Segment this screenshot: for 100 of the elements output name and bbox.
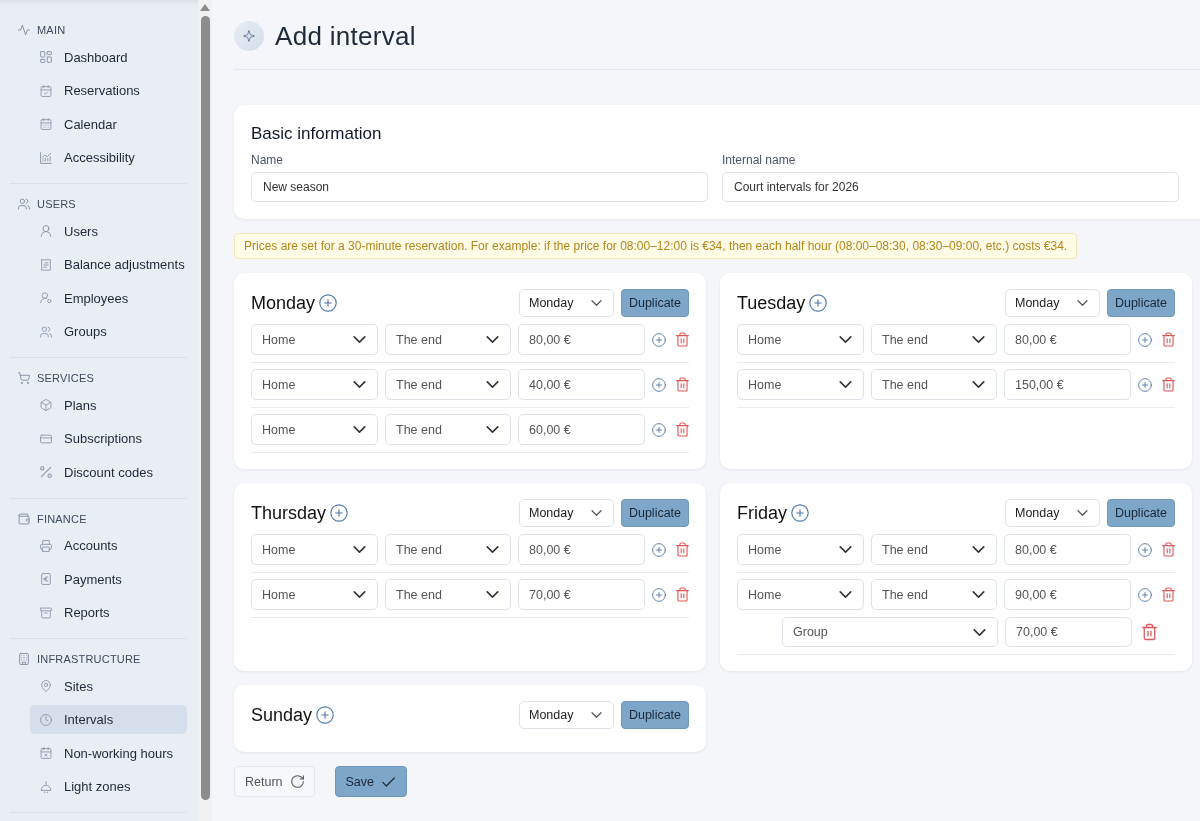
dropdown[interactable]: The end [385, 414, 511, 445]
dropdown[interactable]: Home [251, 414, 378, 445]
nav-item[interactable]: Light zones [30, 772, 187, 801]
plus-circle-icon[interactable] [1138, 377, 1152, 392]
price-field[interactable]: 80,00 € [518, 534, 645, 565]
credit-card-icon [40, 432, 52, 445]
nav-item[interactable]: Non-working hours [30, 738, 187, 768]
chevron-down-icon [353, 426, 366, 433]
plus-circle-icon[interactable] [319, 294, 338, 312]
nav-item[interactable]: Reports [30, 598, 187, 627]
price-field[interactable]: 90,00 € [1004, 579, 1131, 610]
price-field[interactable]: 60,00 € [518, 414, 645, 445]
price-field[interactable]: 40,00 € [518, 369, 645, 400]
nav-item[interactable]: Calendar [30, 109, 187, 139]
nav-item[interactable]: Discount codes [30, 457, 187, 487]
dropdown[interactable]: The end [385, 534, 511, 565]
day-title: Tuesday [737, 292, 806, 314]
dropdown[interactable]: Home [737, 534, 864, 565]
nav-item[interactable]: Employees [30, 283, 187, 313]
plus-circle-icon[interactable] [652, 542, 666, 557]
price-field[interactable]: 150,00 € [1004, 369, 1131, 400]
calendar-icon [40, 118, 52, 130]
plus-circle-icon[interactable] [1138, 332, 1152, 347]
scroll-up-arrow-icon[interactable] [200, 4, 210, 11]
chevron-down-icon [972, 381, 985, 388]
chevron-down-icon [591, 510, 602, 516]
user-with-circle-icon [40, 292, 52, 304]
dropdown[interactable]: Home [251, 534, 378, 565]
dropdown[interactable]: Home [737, 369, 864, 400]
chevron-down-icon [591, 712, 602, 718]
duplicate-button[interactable]: Duplicate [621, 499, 689, 527]
chevron-down-icon [486, 381, 499, 388]
dropdown[interactable]: Monday [1005, 499, 1100, 527]
trash-icon[interactable] [676, 332, 689, 347]
dropdown[interactable]: The end [871, 324, 997, 355]
nav-item[interactable]: Accessibility [30, 143, 187, 172]
dropdown[interactable]: The end [871, 534, 997, 565]
nav-item[interactable]: Plans [30, 390, 187, 420]
text-field[interactable]: Court intervals for 2026 [722, 172, 1179, 202]
dropdown[interactable]: Home [737, 579, 864, 610]
dropdown[interactable]: Monday [519, 289, 614, 317]
nav-item[interactable]: Intervals [30, 705, 187, 734]
shopping-cart-icon [18, 372, 30, 384]
dropdown[interactable]: Home [737, 324, 864, 355]
dropdown[interactable]: The end [871, 369, 997, 400]
dropdown[interactable]: Monday [519, 499, 614, 527]
plus-circle-icon[interactable] [652, 332, 666, 347]
dropdown[interactable]: The end [385, 579, 511, 610]
nav-item[interactable]: Reservations [30, 76, 187, 105]
trash-icon[interactable] [676, 377, 689, 392]
plus-circle-icon[interactable] [652, 377, 666, 392]
scrollbar[interactable] [198, 0, 212, 821]
nav-item[interactable]: Subscriptions [30, 424, 187, 453]
price-field[interactable]: 70,00 € [1005, 617, 1132, 647]
trash-icon[interactable] [1142, 623, 1157, 641]
trash-icon[interactable] [676, 422, 689, 437]
dropdown[interactable]: The end [385, 369, 511, 400]
user-icon [40, 225, 52, 237]
trash-icon[interactable] [1162, 587, 1175, 602]
duplicate-button[interactable]: Duplicate [1107, 499, 1175, 527]
plus-circle-icon[interactable] [652, 422, 666, 437]
price-field[interactable]: 70,00 € [518, 579, 645, 610]
text-field[interactable]: New season [251, 172, 708, 202]
trash-icon[interactable] [1162, 377, 1175, 392]
save-button[interactable]: Save [334, 766, 408, 797]
dropdown[interactable]: Home [251, 324, 378, 355]
plus-circle-icon[interactable] [316, 706, 335, 724]
nav-item[interactable]: Sites [30, 671, 187, 701]
scrollbar-thumb[interactable] [201, 16, 210, 800]
duplicate-button[interactable]: Duplicate [1107, 289, 1175, 317]
plus-circle-icon[interactable] [791, 504, 809, 522]
dropdown[interactable]: Monday [1005, 289, 1100, 317]
dropdown[interactable]: Monday [519, 701, 614, 729]
duplicate-button[interactable]: Duplicate [621, 289, 689, 317]
nav-item[interactable]: Dashboard [30, 42, 187, 72]
price-field[interactable]: 80,00 € [1004, 324, 1131, 355]
dropdown[interactable]: Home [251, 579, 378, 610]
plus-circle-icon[interactable] [330, 504, 349, 522]
trash-icon[interactable] [676, 542, 689, 557]
dropdown[interactable]: The end [385, 324, 511, 355]
plus-circle-icon[interactable] [809, 294, 828, 312]
plus-circle-icon[interactable] [652, 587, 666, 602]
dropdown[interactable]: The end [871, 579, 997, 610]
printer-icon [40, 539, 52, 552]
nav-item[interactable]: Payments [30, 564, 187, 594]
nav-item[interactable]: Accounts [30, 531, 187, 560]
nav-item[interactable]: Users [30, 216, 187, 246]
dropdown[interactable]: Home [251, 369, 378, 400]
price-field[interactable]: 80,00 € [1004, 534, 1131, 565]
return-button[interactable]: Return [234, 766, 315, 797]
trash-icon[interactable] [676, 587, 689, 602]
price-field[interactable]: 80,00 € [518, 324, 645, 355]
dropdown[interactable]: Group [782, 617, 998, 647]
duplicate-button[interactable]: Duplicate [621, 701, 689, 729]
trash-icon[interactable] [1162, 332, 1175, 347]
trash-icon[interactable] [1162, 542, 1175, 557]
plus-circle-icon[interactable] [1138, 542, 1152, 557]
plus-circle-icon[interactable] [1138, 587, 1152, 602]
nav-item[interactable]: Balance adjustments [30, 250, 187, 279]
nav-item[interactable]: Groups [30, 317, 187, 346]
